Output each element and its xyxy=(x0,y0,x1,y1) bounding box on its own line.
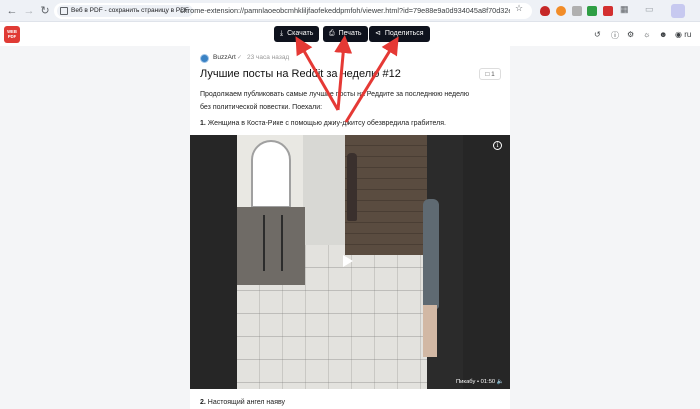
annotation-arrows xyxy=(295,35,399,123)
arrow-to-print xyxy=(334,35,353,111)
arrow-to-share xyxy=(344,36,399,123)
arrow-to-download xyxy=(295,36,340,111)
